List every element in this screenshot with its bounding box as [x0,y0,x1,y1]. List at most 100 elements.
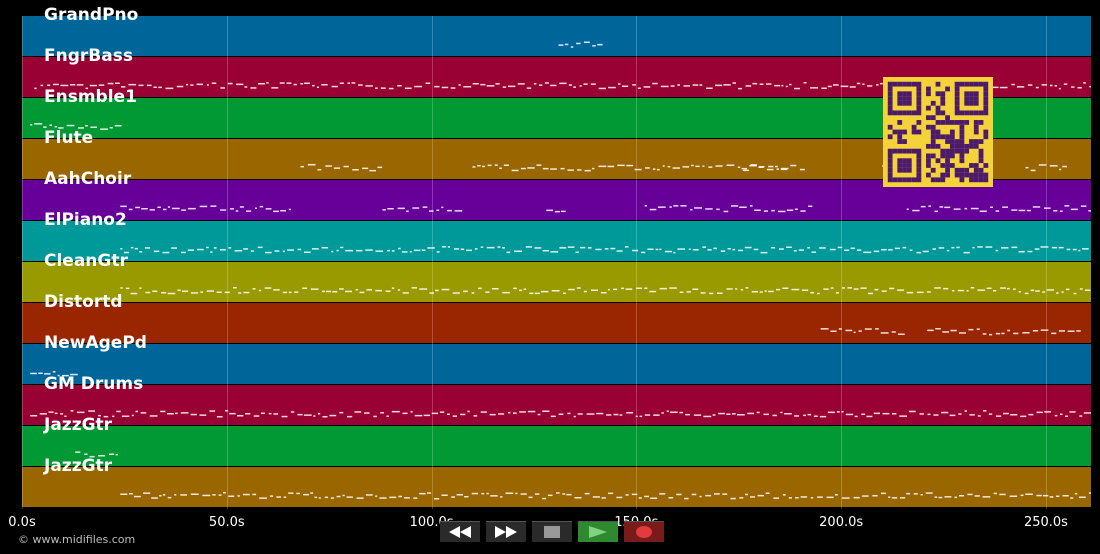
note-mark [673,205,679,207]
note-mark [625,288,633,290]
note-mark [988,413,993,415]
note-mark [669,206,672,208]
note-mark [944,496,952,498]
rewind-button[interactable] [440,521,480,542]
note-mark [529,292,534,295]
note-mark [741,167,747,170]
note-mark [866,415,873,418]
note-mark [1063,83,1068,85]
note-mark [414,85,423,88]
note-mark [447,413,450,415]
note-mark [568,288,575,291]
note-mark [1071,86,1075,88]
note-mark [474,248,478,250]
note-mark [342,494,345,497]
note-mark [330,497,334,499]
note-mark [567,412,571,415]
note-mark [128,83,137,86]
note-mark [550,168,557,170]
note-mark [377,166,383,169]
note-mark [550,84,557,87]
note-mark [387,208,394,210]
note-mark [325,165,332,167]
note-mark [434,85,440,88]
note-mark [140,412,147,414]
note-mark [745,493,748,496]
note-mark [906,208,909,210]
note-mark [161,292,167,294]
play-button[interactable] [578,521,618,542]
note-mark [695,165,700,168]
note-mark [790,164,797,167]
note-mark [324,496,328,499]
note-mark [441,206,444,209]
record-button[interactable] [624,521,664,542]
note-mark [691,493,697,496]
note-mark [1012,288,1016,290]
note-mark [511,169,519,172]
note-mark [598,165,607,168]
note-mark [817,496,823,498]
note-mark [121,415,130,417]
fast-forward-button[interactable] [486,521,526,542]
note-mark [60,84,69,87]
note-mark [130,246,134,249]
note-mark [1089,85,1091,88]
note-mark [760,251,768,254]
note-mark [626,164,634,167]
note-mark [542,497,547,500]
note-mark [986,287,992,289]
note-mark [660,85,669,88]
note-mark [1083,412,1091,414]
note-mark [347,415,353,418]
note-mark [321,247,329,249]
note-mark [703,415,712,418]
note-mark [287,249,294,251]
note-mark [1028,413,1034,416]
note-mark [784,413,792,415]
note-mark [480,411,487,413]
note-mark [489,413,496,416]
note-mark [512,412,517,414]
note-mark [250,87,257,89]
note-mark [174,494,177,496]
note-mark [216,291,222,293]
note-mark [1011,209,1018,211]
note-mark [845,329,853,332]
note-mark [880,332,889,334]
note-mark [176,85,184,88]
note-mark [766,83,772,85]
note-mark [841,411,844,413]
note-mark [974,495,980,497]
note-mark [280,210,286,212]
note-mark [47,84,51,86]
note-mark [702,165,705,167]
note-mark [574,497,582,499]
note-mark [362,167,369,170]
note-mark [601,497,606,499]
note-mark [970,207,979,210]
note-mark [386,415,389,417]
note-mark [296,492,300,495]
note-mark [163,208,167,211]
note-mark [345,290,352,293]
note-mark [391,287,395,289]
note-mark [486,246,495,249]
note-mark [508,85,516,88]
note-mark [165,87,174,90]
note-mark [228,247,232,249]
note-mark [577,169,582,171]
note-mark [257,246,263,249]
note-mark [1084,289,1091,291]
note-mark [1061,291,1064,293]
note-mark [352,169,359,171]
note-mark [139,287,142,289]
note-mark [149,415,158,417]
stop-button[interactable] [532,521,572,542]
note-mark [946,249,950,252]
note-mark [520,167,526,170]
note-mark [650,497,658,499]
note-mark [798,249,804,251]
note-mark [735,288,738,290]
note-mark [579,85,582,87]
